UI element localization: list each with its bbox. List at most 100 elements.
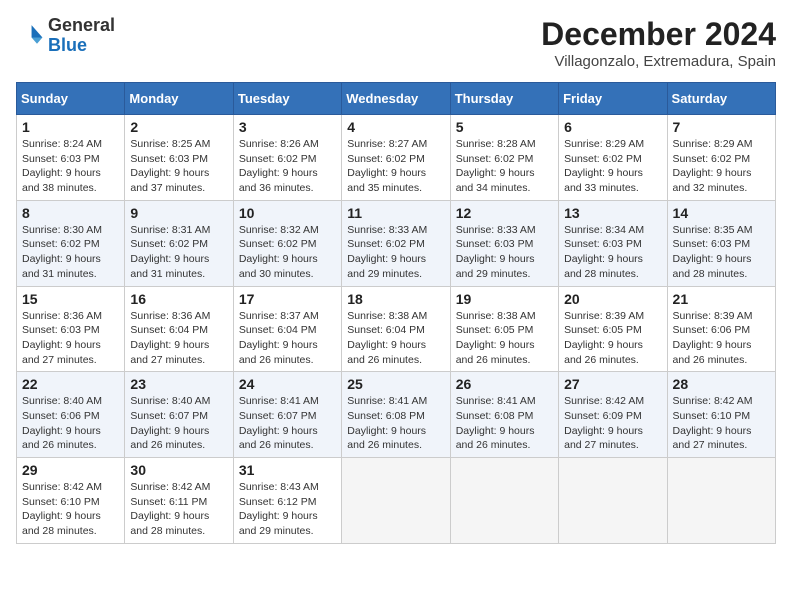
sunrise-text: Sunrise: 8:40 AM [130, 395, 210, 407]
calendar-cell [559, 458, 667, 544]
day-info: Sunrise: 8:41 AMSunset: 6:07 PMDaylight:… [239, 394, 336, 453]
calendar-week-3: 15 Sunrise: 8:36 AMSunset: 6:03 PMDayligh… [17, 286, 776, 372]
day-info: Sunrise: 8:42 AMSunset: 6:10 PMDaylight:… [22, 480, 119, 539]
sunset-text: Sunset: 6:03 PM [22, 324, 100, 336]
day-info: Sunrise: 8:36 AMSunset: 6:03 PMDaylight:… [22, 309, 119, 368]
sunrise-text: Sunrise: 8:25 AM [130, 138, 210, 150]
day-header-tuesday: Tuesday [233, 83, 341, 115]
day-info: Sunrise: 8:26 AMSunset: 6:02 PMDaylight:… [239, 137, 336, 196]
sunset-text: Sunset: 6:09 PM [564, 410, 642, 422]
day-number: 3 [239, 119, 336, 135]
sunset-text: Sunset: 6:02 PM [130, 238, 208, 250]
sunset-text: Sunset: 6:05 PM [564, 324, 642, 336]
sunrise-text: Sunrise: 8:34 AM [564, 224, 644, 236]
daylight-text: Daylight: 9 hours and 26 minutes. [347, 425, 426, 452]
title-area: December 2024 Villagonzalo, Extremadura,… [541, 16, 776, 70]
daylight-text: Daylight: 9 hours and 29 minutes. [239, 510, 318, 537]
sunrise-text: Sunrise: 8:33 AM [347, 224, 427, 236]
sunset-text: Sunset: 6:02 PM [239, 238, 317, 250]
sunrise-text: Sunrise: 8:42 AM [564, 395, 644, 407]
daylight-text: Daylight: 9 hours and 27 minutes. [564, 425, 643, 452]
sunset-text: Sunset: 6:03 PM [130, 153, 208, 165]
calendar-cell: 29 Sunrise: 8:42 AMSunset: 6:10 PMDayligh… [17, 458, 125, 544]
sunset-text: Sunset: 6:02 PM [22, 238, 100, 250]
sunset-text: Sunset: 6:05 PM [456, 324, 534, 336]
day-info: Sunrise: 8:41 AMSunset: 6:08 PMDaylight:… [456, 394, 553, 453]
calendar-cell: 6Sunrise: 8:29 AMSunset: 6:02 PMDaylight… [559, 115, 667, 201]
day-number: 14 [673, 205, 770, 221]
day-number: 10 [239, 205, 336, 221]
daylight-text: Daylight: 9 hours and 26 minutes. [673, 339, 752, 366]
daylight-text: Daylight: 9 hours and 26 minutes. [130, 425, 209, 452]
sunrise-text: Sunrise: 8:42 AM [673, 395, 753, 407]
calendar-cell [667, 458, 775, 544]
day-info: Sunrise: 8:29 AMSunset: 6:02 PMDaylight:… [673, 137, 770, 196]
day-number: 1 [22, 119, 119, 135]
sunrise-text: Sunrise: 8:31 AM [130, 224, 210, 236]
sunset-text: Sunset: 6:04 PM [239, 324, 317, 336]
calendar-cell: 18Sunrise: 8:38 AMSunset: 6:04 PMDayligh… [342, 286, 450, 372]
sunset-text: Sunset: 6:02 PM [239, 153, 317, 165]
day-header-friday: Friday [559, 83, 667, 115]
day-number: 15 [22, 291, 119, 307]
sunrise-text: Sunrise: 8:24 AM [22, 138, 102, 150]
calendar-cell: 16Sunrise: 8:36 AMSunset: 6:04 PMDayligh… [125, 286, 233, 372]
sunset-text: Sunset: 6:06 PM [22, 410, 100, 422]
sunrise-text: Sunrise: 8:30 AM [22, 224, 102, 236]
sunrise-text: Sunrise: 8:37 AM [239, 310, 319, 322]
daylight-text: Daylight: 9 hours and 37 minutes. [130, 167, 209, 194]
daylight-text: Daylight: 9 hours and 26 minutes. [456, 425, 535, 452]
sunset-text: Sunset: 6:02 PM [347, 153, 425, 165]
day-number: 31 [239, 462, 336, 478]
calendar-cell: 4Sunrise: 8:27 AMSunset: 6:02 PMDaylight… [342, 115, 450, 201]
calendar-week-1: 1 Sunrise: 8:24 AM Sunset: 6:03 PM Daylight… [17, 115, 776, 201]
daylight-text: Daylight: 9 hours and 26 minutes. [239, 339, 318, 366]
sunset-text: Sunset: 6:02 PM [347, 238, 425, 250]
days-header-row: SundayMondayTuesdayWednesdayThursdayFrid… [17, 83, 776, 115]
daylight-text: Daylight: 9 hours and 28 minutes. [673, 253, 752, 280]
daylight-text: Daylight: 9 hours and 35 minutes. [347, 167, 426, 194]
day-info: Sunrise: 8:42 AM Sunset: 6:09 PM Daylight:… [564, 394, 661, 453]
day-number: 29 [22, 462, 119, 478]
calendar-cell: 26 Sunrise: 8:41 AMSunset: 6:08 PMDayligh… [450, 372, 558, 458]
sunset-text: Sunset: 6:07 PM [130, 410, 208, 422]
calendar-cell: 2 Sunrise: 8:25 AM Sunset: 6:03 PM Daylight… [125, 115, 233, 201]
sunrise-text: Sunrise: 8:41 AM [239, 395, 319, 407]
day-info: Sunrise: 8:38 AMSunset: 6:05 PMDaylight:… [456, 309, 553, 368]
calendar-cell [450, 458, 558, 544]
calendar-cell: 1Sunrise: 8:24 AMSunset: 6:03 PMDaylight… [17, 115, 125, 201]
day-info: Sunrise: 8:42 AMSunset: 6:11 PMDaylight:… [130, 480, 227, 539]
calendar-cell: 14Sunrise: 8:35 AMSunset: 6:03 PMDayligh… [667, 200, 775, 286]
sunrise-text: Sunrise: 8:28 AM [456, 138, 536, 150]
day-number: 2 [130, 119, 227, 135]
sunset-text: Sunset: 6:07 PM [239, 410, 317, 422]
sunset-text: Sunset: 6:02 PM [564, 153, 642, 165]
day-number: 18 [347, 291, 444, 307]
calendar-cell: 30 Sunrise: 8:42 AMSunset: 6:11 PMDayligh… [125, 458, 233, 544]
day-info: Sunrise: 8:27 AMSunset: 6:02 PMDaylight:… [347, 137, 444, 196]
daylight-text: Daylight: 9 hours and 26 minutes. [564, 339, 643, 366]
daylight-text: Daylight: 9 hours and 34 minutes. [456, 167, 535, 194]
sunrise-text: Sunrise: 8:26 AM [239, 138, 319, 150]
calendar-cell: 25 Sunrise: 8:41 AMSunset: 6:08 PMDayligh… [342, 372, 450, 458]
calendar-cell: 31Sunrise: 8:43 AMSunset: 6:12 PMDayligh… [233, 458, 341, 544]
sunrise-text: Sunrise: 8:39 AM [564, 310, 644, 322]
calendar-cell: 10Sunrise: 8:32 AMSunset: 6:02 PMDayligh… [233, 200, 341, 286]
calendar-cell: 20 Sunrise: 8:39 AM Sunset: 6:05 PM Dayligh… [559, 286, 667, 372]
day-number: 21 [673, 291, 770, 307]
month-year: December 2024 [541, 16, 776, 53]
daylight-text: Daylight: 9 hours and 26 minutes. [347, 339, 426, 366]
day-info: Sunrise: 8:41 AMSunset: 6:08 PMDaylight:… [347, 394, 444, 453]
day-number: 20 [564, 291, 661, 307]
daylight-text: Daylight: 9 hours and 30 minutes. [239, 253, 318, 280]
sunset-text: Sunset: 6:11 PM [130, 496, 207, 508]
sunset-text: Sunset: 6:06 PM [673, 324, 751, 336]
day-info: Sunrise: 8:36 AMSunset: 6:04 PMDaylight:… [130, 309, 227, 368]
calendar-cell: 8Sunrise: 8:30 AMSunset: 6:02 PMDaylight… [17, 200, 125, 286]
day-number: 26 [456, 376, 553, 392]
day-number: 25 [347, 376, 444, 392]
day-number: 30 [130, 462, 227, 478]
sunset-text: Sunset: 6:02 PM [456, 153, 534, 165]
daylight-text: Daylight: 9 hours and 29 minutes. [456, 253, 535, 280]
logo-general: General [48, 15, 115, 35]
